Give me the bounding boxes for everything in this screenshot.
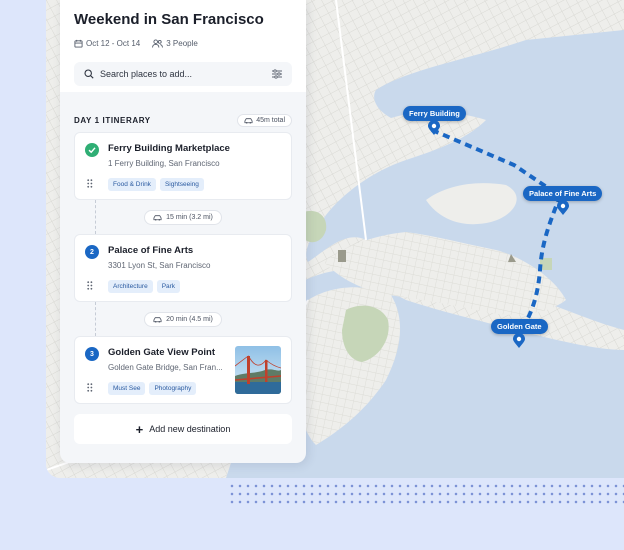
- stop-number: 2: [85, 245, 99, 259]
- car-icon: [153, 316, 162, 323]
- travel-leg: 15 min (3.2 mi): [74, 200, 292, 234]
- drag-handle-icon[interactable]: [87, 281, 93, 290]
- stop-address: 3301 Lyon St, San Francisco: [108, 261, 211, 270]
- day-title: DAY 1 ITINERARY: [74, 115, 151, 125]
- plus-icon: +: [135, 421, 144, 437]
- marker-label: Ferry Building: [403, 106, 466, 121]
- map-pin-icon: [428, 121, 441, 135]
- day-header: DAY 1 ITINERARY 45m total: [74, 92, 292, 132]
- drag-handle-icon[interactable]: [87, 179, 93, 188]
- tag[interactable]: Food & Drink: [108, 178, 156, 191]
- day-section: DAY 1 ITINERARY 45m total Ferry Building…: [60, 92, 306, 444]
- people-icon: [152, 39, 164, 48]
- trip-people: 3 People: [152, 39, 198, 48]
- marker-label: Palace of Fine Arts: [523, 186, 603, 201]
- itinerary-panel: Weekend in San Francisco Oct 12 - Oct 14…: [60, 0, 306, 463]
- total-time-badge: 45m total: [237, 113, 292, 127]
- tag[interactable]: Photography: [149, 382, 197, 395]
- search-input[interactable]: Search places to add...: [100, 69, 266, 79]
- stop-card[interactable]: 2 Palace of Fine Arts 3301 Lyon St, San …: [74, 234, 292, 302]
- search-bar[interactable]: Search places to add...: [74, 62, 292, 86]
- map-pin-icon: [513, 334, 526, 348]
- travel-time-badge: 15 min (3.2 mi): [144, 209, 222, 225]
- tag[interactable]: Must See: [108, 382, 146, 395]
- trip-dates-label: Oct 12 - Oct 14: [86, 39, 141, 48]
- search-icon: [84, 69, 94, 79]
- marker-golden-gate[interactable]: Golden Gate: [491, 319, 548, 348]
- add-destination-label: Add new destination: [149, 424, 231, 434]
- connector-line: [95, 302, 96, 336]
- trip-people-label: 3 People: [166, 39, 198, 48]
- stop-card[interactable]: 3 Golden Gate View Point Golden Gate Bri…: [74, 336, 292, 404]
- trip-title: Weekend in San Francisco: [74, 11, 264, 28]
- tag[interactable]: Park: [156, 280, 181, 293]
- calendar-icon: [74, 39, 83, 48]
- stop-name: Palace of Fine Arts: [108, 245, 194, 256]
- stop-tags: Food & Drink Sightseeing: [108, 178, 281, 191]
- stop-tags: Architecture Park: [108, 280, 281, 293]
- travel-time-label: 15 min (3.2 mi): [166, 213, 213, 221]
- travel-time-badge: 20 min (4.5 mi): [144, 311, 222, 327]
- decorative-dot-grid: [228, 482, 624, 508]
- marker-label: Golden Gate: [491, 319, 548, 334]
- trip-dates: Oct 12 - Oct 14: [74, 39, 140, 48]
- travel-leg: 20 min (4.5 mi): [74, 302, 292, 336]
- car-icon: [244, 117, 253, 124]
- tag[interactable]: Sightseeing: [159, 178, 204, 191]
- golden-gate-photo: [235, 346, 281, 394]
- panel-header: Weekend in San Francisco Oct 12 - Oct 14…: [60, 0, 306, 92]
- car-icon: [153, 214, 162, 221]
- marker-palace-of-fine-arts[interactable]: Palace of Fine Arts: [523, 186, 603, 215]
- stop-card[interactable]: Ferry Building Marketplace 1 Ferry Build…: [74, 132, 292, 200]
- add-destination-button[interactable]: + Add new destination: [74, 414, 292, 444]
- map-pin-icon: [556, 201, 569, 215]
- travel-time-label: 20 min (4.5 mi): [166, 315, 213, 323]
- connector-line: [95, 200, 96, 234]
- stop-address: 1 Ferry Building, San Francisco: [108, 159, 220, 168]
- filter-icon[interactable]: [272, 69, 282, 79]
- stop-number: 3: [85, 347, 99, 361]
- completed-check-icon: [85, 143, 99, 157]
- trip-meta: Oct 12 - Oct 14 3 People: [74, 39, 292, 48]
- stop-name: Ferry Building Marketplace: [108, 143, 230, 154]
- total-time-label: 45m total: [256, 116, 285, 124]
- tag[interactable]: Architecture: [108, 280, 153, 293]
- drag-handle-icon[interactable]: [87, 383, 93, 392]
- marker-ferry-building[interactable]: Ferry Building: [403, 106, 466, 135]
